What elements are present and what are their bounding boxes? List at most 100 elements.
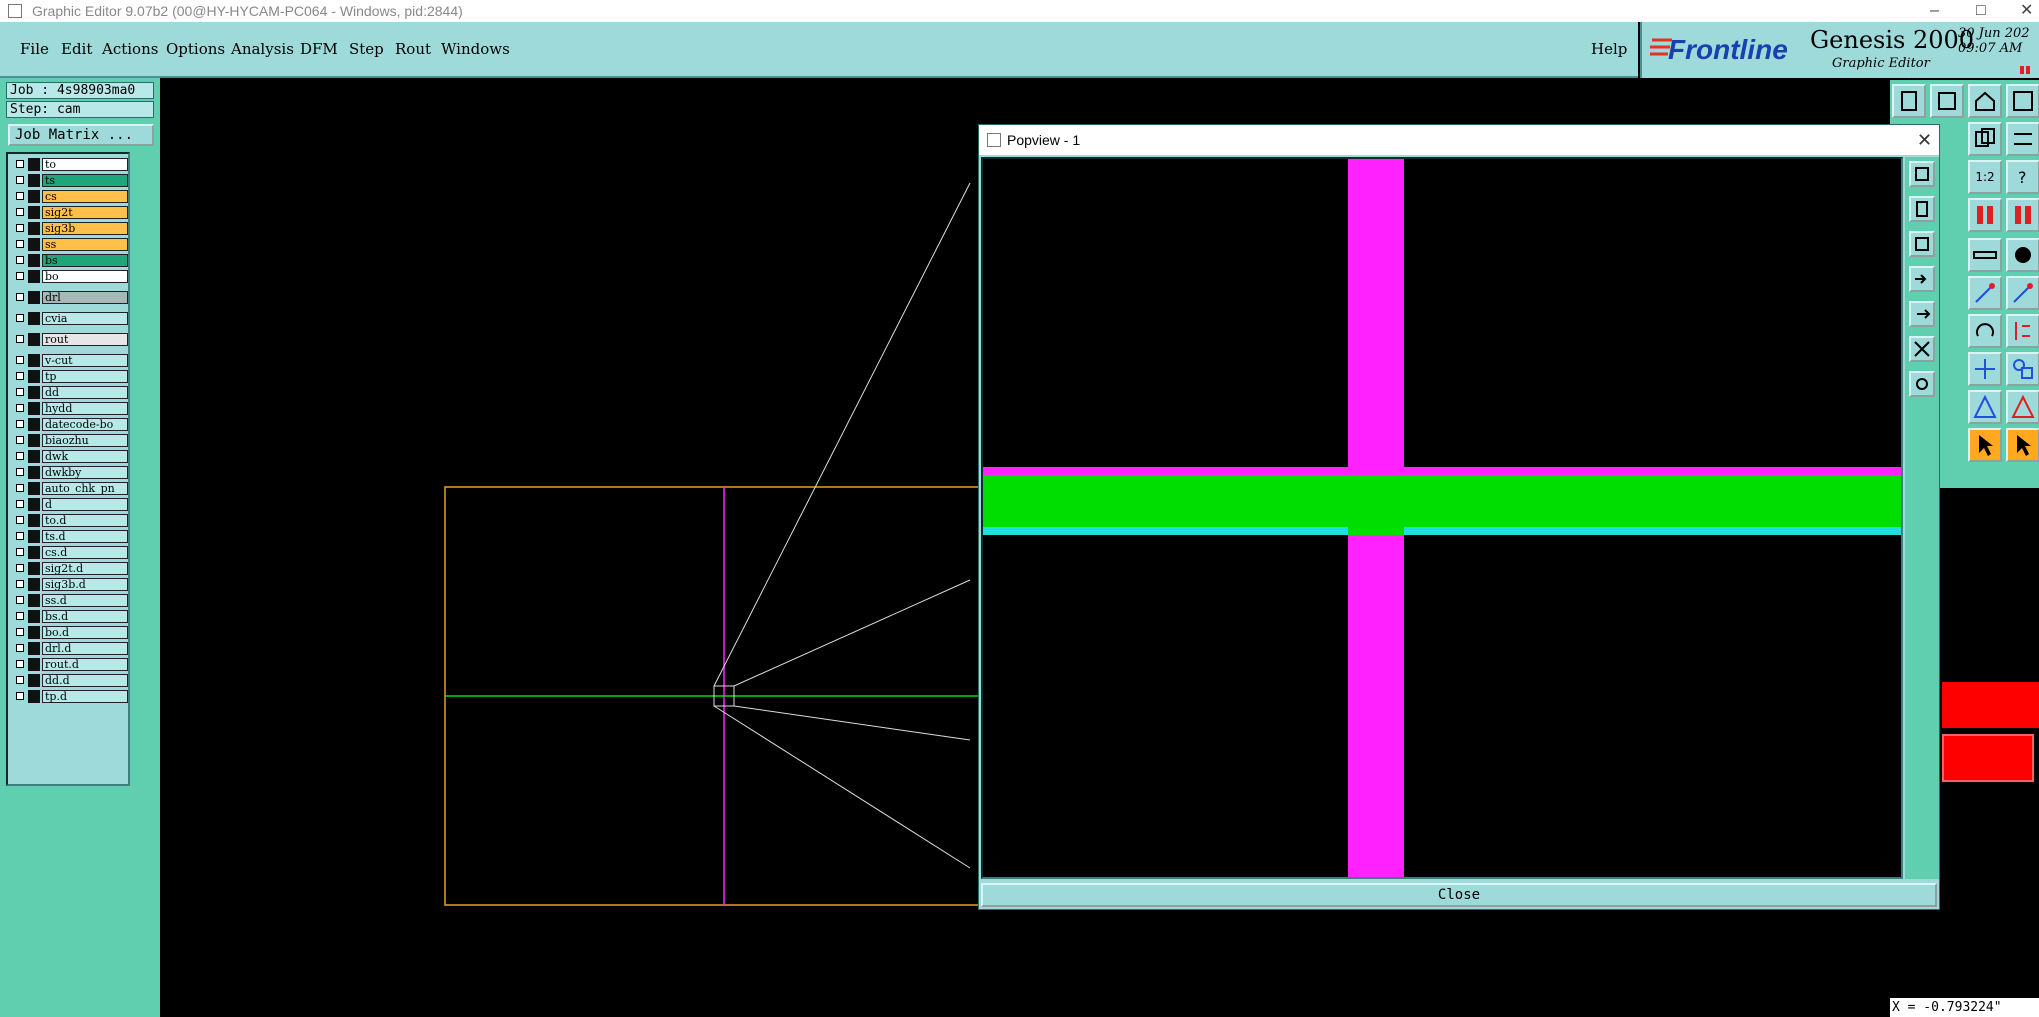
layer-checkbox[interactable]: [16, 372, 24, 380]
layer-name[interactable]: v-cut: [42, 354, 128, 367]
arc-button[interactable]: [1968, 314, 2002, 348]
layer-row[interactable]: hydd: [12, 402, 130, 415]
select-button[interactable]: [1968, 428, 2002, 462]
snap-button[interactable]: [2006, 122, 2039, 156]
save-button[interactable]: [1930, 84, 1964, 118]
layer-name[interactable]: bs.d: [42, 610, 128, 623]
layer-checkbox[interactable]: [16, 580, 24, 588]
window-close-button[interactable]: ✕: [2020, 0, 2033, 22]
layer-row[interactable]: biaozhu: [12, 434, 130, 447]
open-step-button[interactable]: [1892, 84, 1926, 118]
layer-name[interactable]: d: [42, 498, 128, 511]
layer-checkbox[interactable]: [16, 564, 24, 572]
cross-button[interactable]: [1968, 352, 2002, 386]
menu-rout[interactable]: Rout: [395, 40, 431, 58]
help-button[interactable]: ?: [2006, 160, 2039, 194]
layer-name[interactable]: sig2t: [42, 206, 128, 219]
layer-name[interactable]: bo: [42, 270, 128, 283]
layer-row[interactable]: dwkby: [12, 466, 130, 479]
layer-row[interactable]: bs: [12, 254, 130, 267]
shapes-button[interactable]: [2006, 352, 2039, 386]
layer-name[interactable]: auto_chk_pn: [42, 482, 128, 495]
menu-dfm[interactable]: DFM: [300, 40, 338, 58]
home-button[interactable]: [1968, 84, 2002, 118]
menu-windows[interactable]: Windows: [441, 40, 510, 58]
layer-checkbox[interactable]: [16, 388, 24, 396]
layer-name[interactable]: to.d: [42, 514, 128, 527]
layer-checkbox[interactable]: [16, 240, 24, 248]
layer-checkbox[interactable]: [16, 293, 24, 301]
layer-color-button-2[interactable]: [2006, 198, 2039, 232]
measure-button[interactable]: [1968, 238, 2002, 272]
layer-checkbox[interactable]: [16, 468, 24, 476]
menu-options[interactable]: Options: [166, 40, 225, 58]
layer-checkbox[interactable]: [16, 224, 24, 232]
layer-checkbox[interactable]: [16, 192, 24, 200]
layer-checkbox[interactable]: [16, 484, 24, 492]
layer-row[interactable]: tp.d: [12, 690, 130, 703]
layer-row[interactable]: bo.d: [12, 626, 130, 639]
layer-name[interactable]: tp: [42, 370, 128, 383]
layer-row[interactable]: rout: [12, 333, 130, 346]
layer-checkbox[interactable]: [16, 356, 24, 364]
pad-button[interactable]: [2006, 238, 2039, 272]
zoom-one-button[interactable]: 1:2: [1968, 160, 2002, 194]
line-tool-button-2[interactable]: [2006, 276, 2039, 310]
layer-name[interactable]: ss.d: [42, 594, 128, 607]
layer-checkbox[interactable]: [16, 314, 24, 322]
polygon-button-2[interactable]: [2006, 390, 2039, 424]
menu-help[interactable]: Help: [1591, 40, 1627, 58]
layer-checkbox[interactable]: [16, 676, 24, 684]
layer-row[interactable]: sig3b.d: [12, 578, 130, 591]
popview-center-button[interactable]: [1909, 371, 1935, 397]
layer-row[interactable]: v-cut: [12, 354, 130, 367]
layer-row[interactable]: sig2t.d: [12, 562, 130, 575]
layer-row[interactable]: dd: [12, 386, 130, 399]
menu-edit[interactable]: Edit: [61, 40, 92, 58]
copy-button[interactable]: [1968, 122, 2002, 156]
layer-row[interactable]: cvia: [12, 312, 130, 325]
layer-checkbox[interactable]: [16, 628, 24, 636]
layer-checkbox[interactable]: [16, 256, 24, 264]
layer-name[interactable]: to: [42, 158, 128, 171]
layer-name[interactable]: bo.d: [42, 626, 128, 639]
layer-checkbox[interactable]: [16, 160, 24, 168]
polygon-button[interactable]: [1968, 390, 2002, 424]
popview-save-button[interactable]: [1909, 231, 1935, 257]
layer-name[interactable]: rout.d: [42, 658, 128, 671]
layer-name[interactable]: dwkby: [42, 466, 128, 479]
layer-row[interactable]: rout.d: [12, 658, 130, 671]
window-layout-button[interactable]: [2006, 84, 2039, 118]
layer-checkbox[interactable]: [16, 516, 24, 524]
layer-checkbox[interactable]: [16, 644, 24, 652]
layer-row[interactable]: ss: [12, 238, 130, 251]
layer-checkbox[interactable]: [16, 404, 24, 412]
layer-row[interactable]: bo: [12, 270, 130, 283]
layer-checkbox[interactable]: [16, 420, 24, 428]
layer-row[interactable]: ss.d: [12, 594, 130, 607]
layer-name[interactable]: dd.d: [42, 674, 128, 687]
select-button-2[interactable]: [2006, 428, 2039, 462]
menu-analysis[interactable]: Analysis: [231, 40, 294, 58]
layer-row[interactable]: bs.d: [12, 610, 130, 623]
layer-name[interactable]: bs: [42, 254, 128, 267]
layer-checkbox[interactable]: [16, 660, 24, 668]
layer-name[interactable]: drl.d: [42, 642, 128, 655]
job-matrix-button[interactable]: Job Matrix ...: [8, 124, 154, 146]
layer-checkbox[interactable]: [16, 692, 24, 700]
layer-name[interactable]: sig3b: [42, 222, 128, 235]
layer-row[interactable]: tp: [12, 370, 130, 383]
layer-name[interactable]: biaozhu: [42, 434, 128, 447]
minimize-button[interactable]: –: [1930, 0, 1939, 22]
layer-row[interactable]: d: [12, 498, 130, 511]
layer-row[interactable]: ts: [12, 174, 130, 187]
layer-checkbox[interactable]: [16, 436, 24, 444]
layer-name[interactable]: ts: [42, 174, 128, 187]
layer-row[interactable]: drl.d: [12, 642, 130, 655]
layer-row[interactable]: drl: [12, 291, 130, 304]
popview-fit-button[interactable]: [1909, 336, 1935, 362]
layer-row[interactable]: sig3b: [12, 222, 130, 235]
popview-load-button[interactable]: [1909, 196, 1935, 222]
menu-file[interactable]: File: [20, 40, 49, 58]
layer-name[interactable]: rout: [42, 333, 128, 346]
